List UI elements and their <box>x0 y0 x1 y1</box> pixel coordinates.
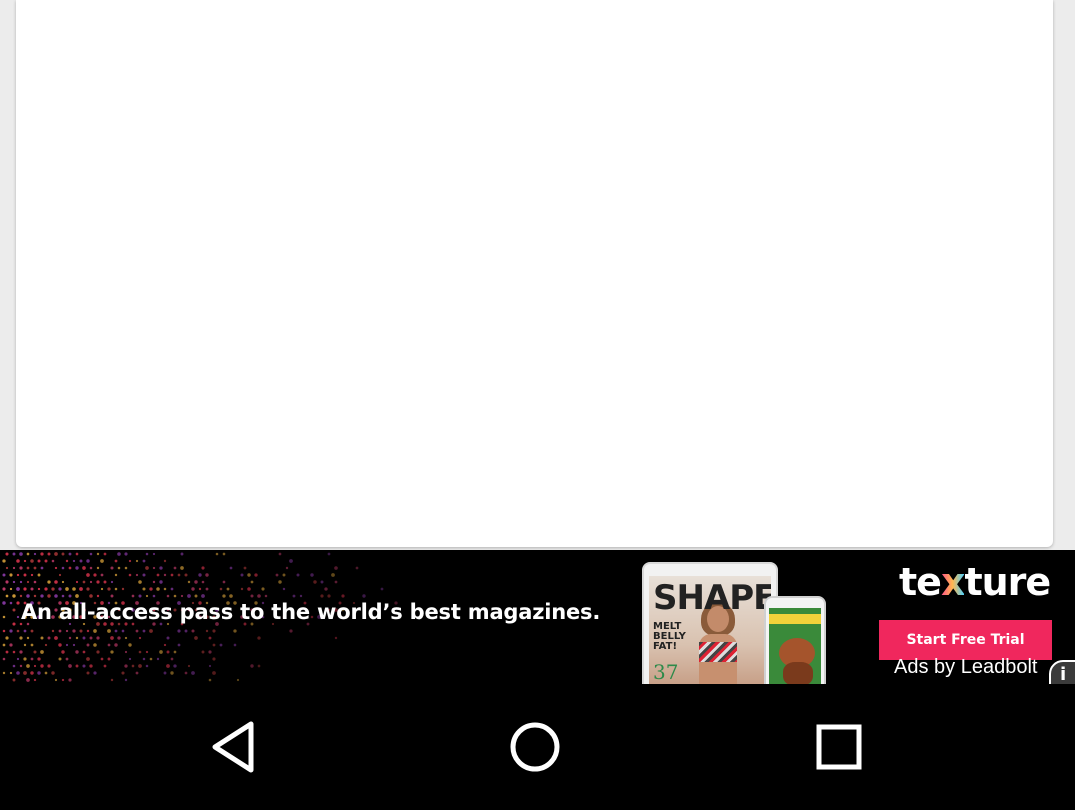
ad-info-icon[interactable]: i <box>1049 660 1075 684</box>
texture-logo-x: x <box>940 560 965 604</box>
home-circle-icon <box>510 722 560 772</box>
cover-number: 37 <box>653 660 679 684</box>
screen: An all-access pass to the world’s best m… <box>0 0 1075 810</box>
ad-banner[interactable]: An all-access pass to the world’s best m… <box>0 550 1075 684</box>
cover-title: SHAPE <box>653 578 771 618</box>
texture-logo: texture <box>899 560 1051 604</box>
phone-device <box>764 596 826 684</box>
ad-tagline: An all-access pass to the world’s best m… <box>21 600 601 624</box>
ads-by-leadbolt-label: Ads by Leadbolt <box>894 656 1038 678</box>
phone-magazine-screen <box>769 608 821 684</box>
start-free-trial-button[interactable]: Start Free Trial <box>879 620 1052 660</box>
tablet-device: SHAPE MELT BELLY FAT! 37 <box>642 562 778 684</box>
back-triangle-icon <box>212 721 254 773</box>
magazine-cover: SHAPE MELT BELLY FAT! 37 <box>649 576 771 684</box>
back-button[interactable] <box>198 714 268 780</box>
home-button[interactable] <box>500 714 570 780</box>
android-navigation-bar <box>0 684 1075 810</box>
recents-button[interactable] <box>804 714 874 780</box>
magazine-devices-image: SHAPE MELT BELLY FAT! 37 <box>640 560 830 684</box>
recents-square-icon <box>816 724 862 770</box>
content-card <box>16 0 1053 547</box>
cover-headline-line: FAT! <box>653 641 678 652</box>
